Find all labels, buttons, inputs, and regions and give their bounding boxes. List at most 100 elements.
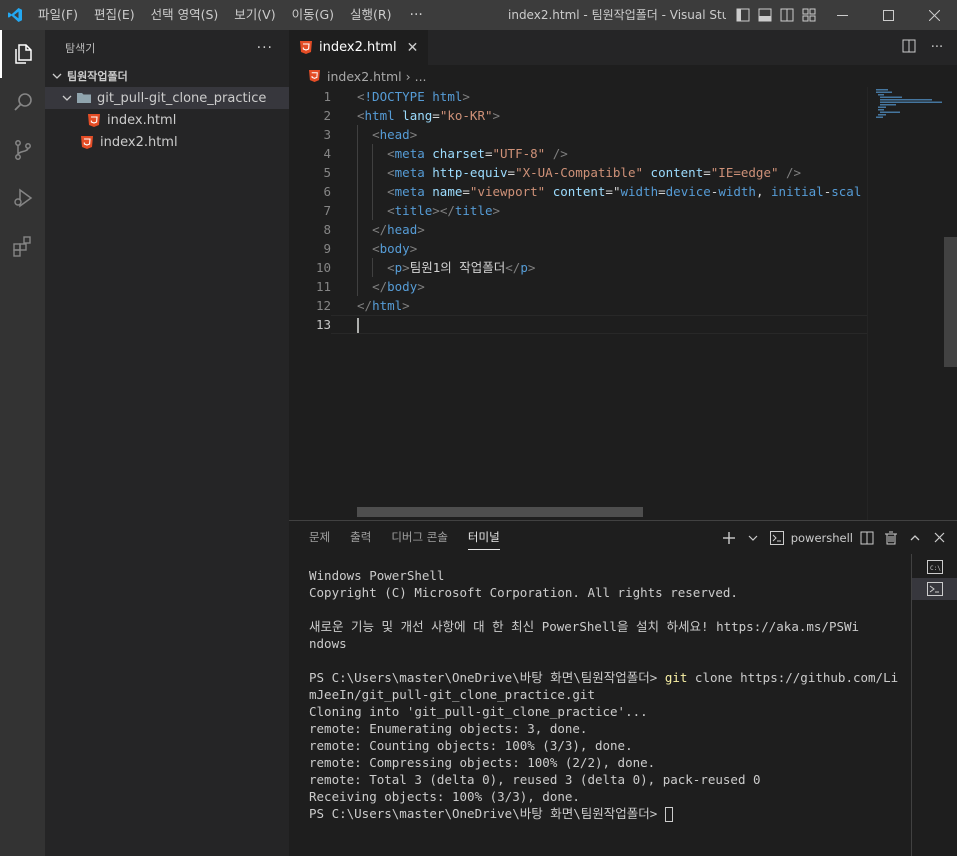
code-text: <body> bbox=[331, 239, 867, 258]
search-icon[interactable] bbox=[0, 78, 45, 126]
line-number: 2 bbox=[323, 108, 331, 123]
terminal-line: remote: Counting objects: 100% (3/3), do… bbox=[309, 738, 633, 753]
source-control-icon[interactable] bbox=[0, 126, 45, 174]
line-number: 10 bbox=[315, 260, 331, 275]
code-line[interactable]: 11 </body> bbox=[289, 277, 867, 296]
tab-terminal[interactable]: 터미널 bbox=[458, 521, 510, 554]
code-text: <meta http-equiv="X-UA-Compatible" conte… bbox=[331, 163, 867, 182]
code-line[interactable]: 10 <p>팀원1의 작업폴더</p> bbox=[289, 258, 867, 277]
sidebar-header: 탐색기 ··· bbox=[45, 30, 289, 65]
file-index2-html[interactable]: index2.html bbox=[45, 131, 289, 153]
editor-horizontal-scrollbar[interactable] bbox=[357, 507, 643, 517]
toggle-secondary-sidebar-icon[interactable] bbox=[776, 0, 798, 30]
code-line[interactable]: 2 <html lang="ko-KR"> bbox=[289, 106, 867, 125]
close-tab-icon[interactable]: ✕ bbox=[407, 40, 419, 56]
menu-edit[interactable]: 편집(E) bbox=[86, 0, 143, 30]
toggle-panel-icon[interactable] bbox=[754, 0, 776, 30]
menu-more-icon[interactable]: ··· bbox=[400, 7, 433, 23]
command-keyword: git bbox=[664, 670, 688, 685]
line-number: 12 bbox=[315, 298, 331, 313]
editor-area: index2.html ✕ ··· index2.html › ... 1 <!D… bbox=[289, 30, 957, 520]
maximize-icon[interactable] bbox=[865, 0, 911, 30]
text-cursor bbox=[357, 318, 359, 333]
code-text: <head> bbox=[331, 125, 867, 144]
line-number: 8 bbox=[323, 222, 331, 237]
line-number: 3 bbox=[323, 127, 331, 142]
breadcrumb-file[interactable]: index2.html bbox=[327, 69, 402, 84]
code-line[interactable]: 1 <!DOCTYPE html> bbox=[289, 87, 867, 106]
html-file-icon bbox=[307, 69, 321, 83]
code-line[interactable]: 7 <title></title> bbox=[289, 201, 867, 220]
customize-layout-icon[interactable] bbox=[798, 0, 820, 30]
menu-file[interactable]: 파일(F) bbox=[30, 0, 86, 30]
code-line[interactable]: 9 <body> bbox=[289, 239, 867, 258]
line-number: 1 bbox=[323, 89, 331, 104]
terminal-cmd-icon[interactable]: C:\ bbox=[912, 556, 957, 578]
terminal-powershell-icon[interactable] bbox=[912, 578, 957, 600]
code-text: </head> bbox=[331, 220, 867, 239]
split-terminal-icon[interactable] bbox=[857, 527, 877, 549]
explorer-icon[interactable] bbox=[0, 30, 45, 78]
file-index-html[interactable]: index.html bbox=[45, 109, 289, 131]
vscode-logo-icon[interactable] bbox=[0, 0, 30, 30]
terminal-list: C:\ bbox=[911, 554, 957, 856]
menu-run[interactable]: 실행(R) bbox=[342, 0, 399, 30]
tab-index2-html[interactable]: index2.html ✕ bbox=[289, 30, 429, 65]
minimap[interactable] bbox=[867, 87, 945, 520]
code-editor[interactable]: 1 <!DOCTYPE html> 2 <html lang="ko-KR"> 3 <h… bbox=[289, 87, 867, 334]
editor-tabs: index2.html ✕ ··· bbox=[289, 30, 957, 65]
maximize-panel-icon[interactable] bbox=[905, 527, 925, 549]
close-panel-icon[interactable] bbox=[929, 527, 949, 549]
code-line[interactable]: 3 <head> bbox=[289, 125, 867, 144]
line-number: 11 bbox=[315, 279, 331, 294]
root-folder[interactable]: 팀원작업폴더 bbox=[45, 65, 289, 87]
terminal-line: PS C:\Users\master\OneDrive\바탕 화면\팀원작업폴더… bbox=[309, 670, 899, 685]
terminal-line: remote: Total 3 (delta 0), reused 3 (del… bbox=[309, 772, 761, 787]
terminal-line: Cloning into 'git_pull-git_clone_practic… bbox=[309, 704, 648, 719]
menu-selection[interactable]: 선택 영역(S) bbox=[143, 0, 227, 30]
command-args: clone https://github.com/Li bbox=[687, 670, 899, 685]
bottom-panel: 문제 출력 디버그 콘솔 터미널 powershell Windows Powe… bbox=[289, 520, 957, 856]
new-terminal-icon[interactable] bbox=[719, 527, 739, 549]
code-line[interactable]: 8 </head> bbox=[289, 220, 867, 239]
explorer-sidebar: 탐색기 ··· 팀원작업폴더 git_pull-git_clone_practi… bbox=[45, 30, 289, 856]
subfolder[interactable]: git_pull-git_clone_practice bbox=[45, 87, 289, 109]
scrollbar-thumb[interactable] bbox=[944, 237, 957, 367]
panel-actions: powershell bbox=[719, 521, 949, 554]
menu-go[interactable]: 이동(G) bbox=[284, 0, 342, 30]
breadcrumb-more[interactable]: ... bbox=[415, 69, 427, 84]
code-line[interactable]: 5 <meta http-equiv="X-UA-Compatible" con… bbox=[289, 163, 867, 182]
close-window-icon[interactable] bbox=[911, 0, 957, 30]
tab-output[interactable]: 출력 bbox=[340, 521, 381, 554]
window-controls bbox=[819, 0, 957, 30]
editor-more-icon[interactable]: ··· bbox=[923, 40, 951, 55]
tab-debug-console[interactable]: 디버그 콘솔 bbox=[381, 521, 458, 554]
extensions-icon[interactable] bbox=[0, 222, 45, 270]
file-label: index2.html bbox=[100, 134, 178, 150]
trash-icon[interactable] bbox=[881, 527, 901, 549]
code-line[interactable]: 6 <meta name="viewport" content="width=d… bbox=[289, 182, 867, 201]
split-editor-icon[interactable] bbox=[895, 39, 923, 57]
code-line[interactable]: 12 </html> bbox=[289, 296, 867, 315]
shell-label[interactable]: powershell bbox=[791, 527, 853, 549]
editor-vertical-scrollbar[interactable] bbox=[944, 87, 957, 520]
code-text: <html lang="ko-KR"> bbox=[357, 108, 501, 123]
sidebar-more-icon[interactable]: ··· bbox=[257, 40, 273, 56]
line-number: 6 bbox=[323, 184, 331, 199]
minimize-icon[interactable] bbox=[819, 0, 865, 30]
terminal-output[interactable]: Windows PowerShell Copyright (C) Microsof… bbox=[309, 567, 909, 822]
toggle-sidebar-icon[interactable] bbox=[732, 0, 754, 30]
tab-problems[interactable]: 문제 bbox=[299, 521, 340, 554]
code-text bbox=[331, 315, 867, 334]
code-line[interactable]: 13 bbox=[289, 315, 867, 334]
code-text: <p>팀원1의 작업폴더</p> bbox=[331, 258, 867, 277]
code-line[interactable]: 4 <meta charset="UTF-8" /> bbox=[289, 144, 867, 163]
code-text: <title></title> bbox=[331, 201, 867, 220]
panel-tabs: 문제 출력 디버그 콘솔 터미널 powershell bbox=[289, 521, 957, 554]
subfolder-label: git_pull-git_clone_practice bbox=[97, 90, 267, 106]
chevron-down-icon[interactable] bbox=[743, 527, 763, 549]
run-debug-icon[interactable] bbox=[0, 174, 45, 222]
menu-view[interactable]: 보기(V) bbox=[226, 0, 283, 30]
